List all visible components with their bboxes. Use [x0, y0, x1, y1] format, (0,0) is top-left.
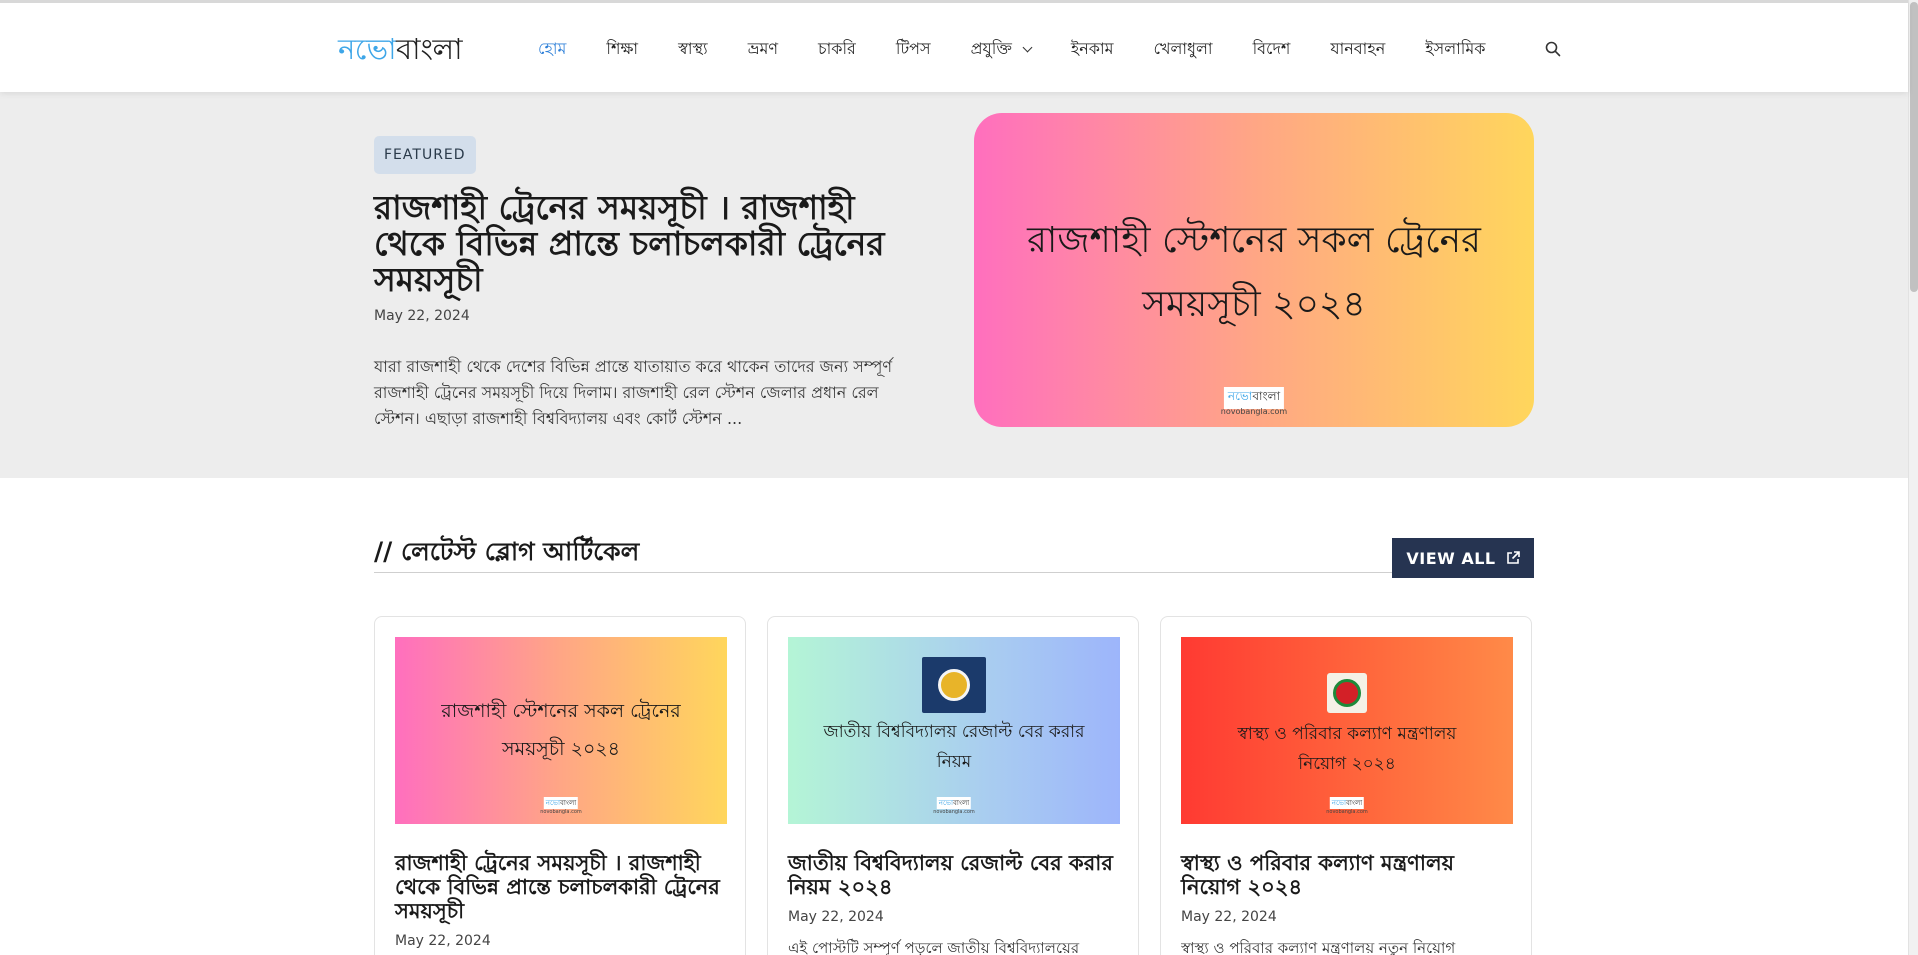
article-card-image[interactable]: স্বাস্থ্য ও পরিবার কল্যাণ মন্ত্রণালয় নি… [1181, 637, 1513, 824]
government-emblem [1327, 673, 1367, 713]
page-scrollbar[interactable] [1908, 0, 1918, 955]
featured-image-logo: নভোবাংলা [1223, 387, 1285, 409]
nav-item-education[interactable]: শিক্ষা [606, 36, 638, 63]
view-all-button[interactable]: VIEW ALL [1392, 538, 1534, 578]
article-card-date: May 22, 2024 [788, 909, 884, 925]
card-image-logo-part-2: বাংলা [953, 799, 970, 807]
chevron-down-icon [1022, 42, 1033, 52]
article-card-date: May 22, 2024 [1181, 909, 1277, 925]
featured-image-line-1: রাজশাহী স্টেশনের সকল ট্রেনের [1027, 220, 1481, 261]
article-card-image[interactable]: জাতীয় বিশ্ববিদ্যালয় রেজাল্ট বের করার ন… [788, 637, 1120, 824]
card-image-line-2: নিয়োগ ২০২৪ [1298, 754, 1396, 774]
article-card-title[interactable]: রাজশাহী ট্রেনের সময়সূচী । রাজশাহী থেকে … [395, 851, 731, 923]
card-image-line-1: স্বাস্থ্য ও পরিবার কল্যাণ মন্ত্রণালয় [1237, 724, 1457, 744]
card-image-url: novobangla.com [1326, 809, 1368, 815]
nav-item-islamic[interactable]: ইসলামিক [1425, 36, 1485, 63]
nav-item-health[interactable]: স্বাস্থ্য [678, 36, 708, 63]
featured-title[interactable]: রাজশাহী ট্রেনের সময়সূচী । রাজশাহী থেকে … [374, 190, 934, 298]
article-card-date: May 22, 2024 [395, 933, 491, 949]
nav-item-technology-label: প্রযুক্তি [970, 39, 1012, 58]
featured-image-line-2: সময়সূচী ২০২৪ [1142, 284, 1366, 325]
card-image-url: novobangla.com [540, 809, 582, 815]
card-image-logo: নভোবাংলা [1329, 797, 1365, 809]
card-image-caption: জাতীয় বিশ্ববিদ্যালয় রেজাল্ট বের করার ন… [788, 717, 1120, 777]
article-card: জাতীয় বিশ্ববিদ্যালয় রেজাল্ট বের করার ন… [767, 616, 1139, 955]
article-card: স্বাস্থ্য ও পরিবার কল্যাণ মন্ত্রণালয় নি… [1160, 616, 1532, 955]
article-card-title[interactable]: স্বাস্থ্য ও পরিবার কল্যাণ মন্ত্রণালয় নি… [1181, 851, 1517, 899]
card-image-logo-part-1: নভো [938, 799, 954, 807]
article-card-excerpt: এই পোস্টটি সম্পূর্ণ পড়লে জাতীয় বিশ্ববি… [788, 939, 1080, 955]
featured-image[interactable]: রাজশাহী স্টেশনের সকল ট্রেনের সময়সূচী ২০… [974, 113, 1534, 427]
featured-section: FEATURED রাজশাহী ট্রেনের সময়সূচী । রাজশ… [0, 92, 1908, 478]
featured-image-logo-part-2: বাংলা [1252, 389, 1281, 403]
card-image-line-1: জাতীয় বিশ্ববিদ্যালয় রেজাল্ট বের করার [823, 722, 1085, 742]
card-image-logo-part-1: নভো [545, 799, 561, 807]
nav-item-jobs[interactable]: চাকরি [818, 36, 856, 63]
article-card-image[interactable]: রাজশাহী স্টেশনের সকল ট্রেনের সময়সূচী ২০… [395, 637, 727, 824]
scrollbar-thumb[interactable] [1910, 2, 1918, 292]
featured-image-logo-part-1: নভো [1227, 389, 1253, 403]
external-link-icon [1506, 551, 1520, 564]
card-image-caption: স্বাস্থ্য ও পরিবার কল্যাণ মন্ত্রণালয় নি… [1181, 719, 1513, 779]
card-image-logo-part-2: বাংলা [560, 799, 577, 807]
card-image-logo: নভোবাংলা [543, 797, 579, 809]
nav-item-tips[interactable]: টিপস [896, 36, 931, 63]
logo-part-2: বাংলা [395, 32, 463, 66]
card-image-url: novobangla.com [933, 809, 975, 815]
featured-badge: FEATURED [374, 136, 476, 174]
logo-part-1: নভো [338, 32, 396, 66]
card-image-caption: রাজশাহী স্টেশনের সকল ট্রেনের সময়সূচী ২০… [395, 692, 727, 768]
university-emblem [922, 657, 986, 713]
article-card-excerpt: স্বাস্থ্য ও পরিবার কল্যাণ মন্ত্রণালয় নত… [1181, 939, 1456, 955]
nav-item-income[interactable]: ইনকাম [1071, 36, 1114, 63]
search-icon[interactable] [1545, 41, 1561, 57]
featured-excerpt: যারা রাজশাহী থেকে দেশের বিভিন্ন প্রান্তে… [374, 357, 893, 428]
nav-item-sports[interactable]: খেলাধুলা [1153, 36, 1212, 63]
latest-section-title: // লেটেস্ট ব্লোগ আর্টিকেল [374, 537, 640, 566]
card-image-logo-part-2: বাংলা [1346, 799, 1363, 807]
main-nav: হোম শিক্ষা স্বাস্থ্য ভ্রমণ চাকরি টিপস প্… [538, 36, 1525, 63]
article-card-title[interactable]: জাতীয় বিশ্ববিদ্যালয় রেজাল্ট বের করার ন… [788, 851, 1124, 899]
site-logo[interactable]: নভোবাংলা [338, 27, 463, 76]
card-image-logo: নভোবাংলা [936, 797, 972, 809]
featured-image-caption: রাজশাহী স্টেশনের সকল ট্রেনের সময়সূচী ২০… [974, 209, 1534, 337]
card-image-line-2: সময়সূচী ২০২৪ [502, 738, 620, 760]
card-image-line-2: নিয়ম [936, 752, 972, 772]
section-divider [374, 572, 1534, 573]
site-header: নভোবাংলা হোম শিক্ষা স্বাস্থ্য ভ্রমণ চাকর… [0, 0, 1908, 92]
featured-image-url: novobangla.com [1220, 407, 1288, 416]
featured-date: May 22, 2024 [374, 308, 470, 324]
nav-item-abroad[interactable]: বিদেশ [1253, 36, 1291, 63]
nav-item-vehicles[interactable]: যানবাহন [1330, 36, 1385, 63]
article-card: রাজশাহী স্টেশনের সকল ট্রেনের সময়সূচী ২০… [374, 616, 746, 955]
card-image-logo-part-1: নভো [1331, 799, 1347, 807]
nav-item-travel[interactable]: ভ্রমণ [748, 36, 778, 63]
nav-item-home[interactable]: হোম [538, 36, 566, 63]
nav-item-technology[interactable]: প্রযুক্তি [970, 36, 1033, 63]
card-image-line-1: রাজশাহী স্টেশনের সকল ট্রেনের [441, 700, 681, 722]
view-all-label: VIEW ALL [1406, 548, 1496, 568]
